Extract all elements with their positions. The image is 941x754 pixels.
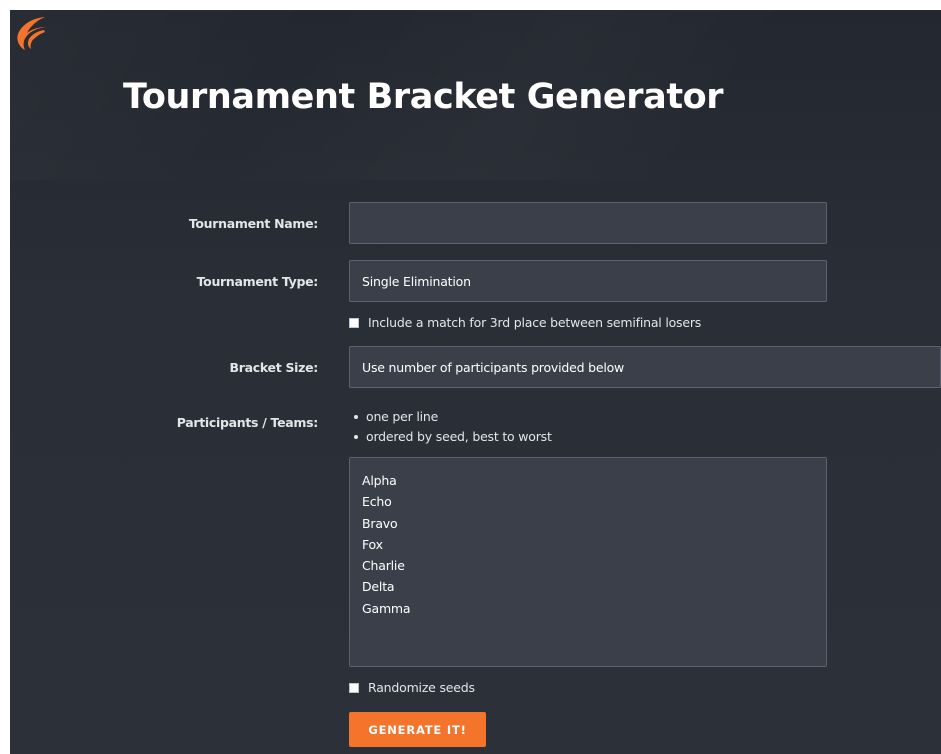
bracket-size-selected-value: Use number of participants provided belo… [362, 360, 625, 375]
tournament-name-input[interactable] [349, 202, 827, 244]
participants-textarea[interactable]: Alpha Echo Bravo Fox Charlie Delta Gamma [349, 457, 827, 667]
tournament-type-label: Tournament Type: [196, 274, 319, 289]
randomize-seeds-option[interactable]: Randomize seeds [349, 680, 475, 695]
tournament-name-label: Tournament Name: [188, 216, 318, 231]
page-background: Tournament Bracket Generator Tournament … [10, 10, 941, 754]
participant-entry: Delta [362, 579, 395, 595]
bracket-size-label: Bracket Size: [229, 360, 319, 375]
randomize-seeds-label: Randomize seeds [368, 680, 475, 695]
third-place-checkbox[interactable] [349, 317, 359, 328]
participant-entry: Charlie [362, 558, 405, 574]
participant-entry: Echo [362, 494, 392, 510]
hint-one-per-line: one per line [354, 407, 552, 427]
participants-hints-list: one per line ordered by seed, best to wo… [354, 407, 552, 447]
page-title: Tournament Bracket Generator [123, 77, 724, 117]
participant-entry: Gamma [362, 600, 411, 616]
bracket-size-select[interactable]: Use number of participants provided belo… [349, 346, 941, 388]
participants-label: Participants / Teams: [176, 415, 319, 430]
third-place-option[interactable]: Include a match for 3rd place between se… [349, 315, 701, 330]
participant-entry: Bravo [362, 515, 398, 531]
generate-button[interactable]: GENERATE IT! [349, 712, 486, 747]
participant-entry: Alpha [362, 473, 397, 488]
hint-ordered-by-seed: ordered by seed, best to worst [354, 427, 552, 447]
participant-entry: Fox [362, 536, 383, 552]
tournament-type-select[interactable]: Single Elimination [349, 260, 827, 302]
challonge-wing-logo-icon[interactable] [14, 16, 48, 52]
tournament-type-selected-value: Single Elimination [362, 274, 471, 289]
third-place-label: Include a match for 3rd place between se… [368, 315, 702, 330]
randomize-seeds-checkbox[interactable] [349, 682, 359, 693]
